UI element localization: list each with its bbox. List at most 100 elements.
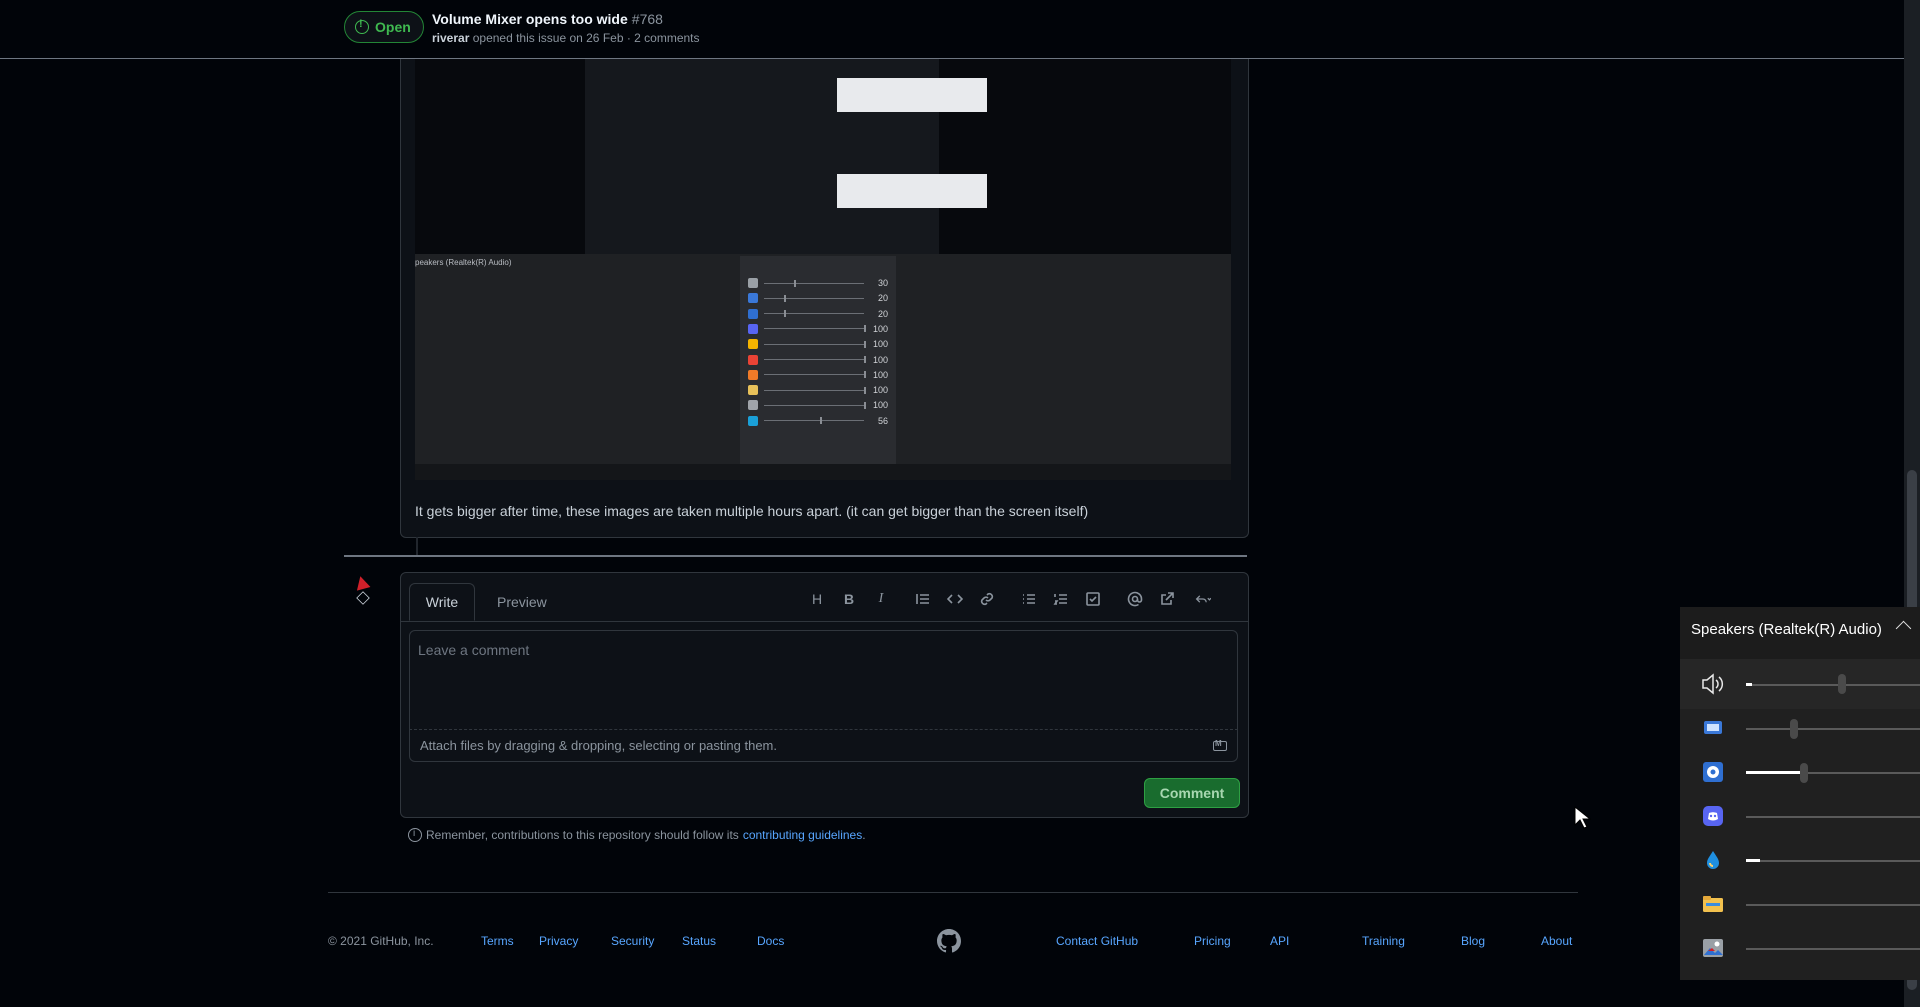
- bold-button[interactable]: B: [833, 583, 865, 615]
- screenshot-slider-thumb: [864, 325, 866, 333]
- list-ordered-icon: [1053, 594, 1067, 605]
- app-volume-track[interactable]: [1746, 728, 1920, 730]
- cross-reference-button[interactable]: [1151, 583, 1183, 615]
- comment-submit-button[interactable]: Comment: [1144, 778, 1240, 808]
- app-volume-track[interactable]: [1746, 816, 1920, 818]
- tab-write[interactable]: Write: [409, 583, 475, 621]
- tab-preview[interactable]: Preview: [497, 583, 547, 621]
- app-volume-track[interactable]: [1746, 860, 1920, 862]
- screenshot-mixer-row: 100: [748, 398, 888, 412]
- footer-copyright: © 2021 GitHub, Inc.: [328, 934, 434, 948]
- avatar-cube-shape: [356, 591, 370, 605]
- screenshot-slider-track: [764, 417, 864, 425]
- contributing-note-text: Remember, contributions to this reposito…: [426, 828, 739, 842]
- file-attachment-area[interactable]: Attach files by dragging & dropping, sel…: [409, 730, 1238, 762]
- embedded-screenshot[interactable]: peakers (Realtek(R) Audio) 30 20 20 100 100 1…: [415, 58, 1231, 480]
- footer-link-pricing[interactable]: Pricing: [1194, 934, 1231, 948]
- numbered-list-button[interactable]: [1045, 583, 1077, 615]
- footer-link-api[interactable]: API: [1270, 934, 1289, 948]
- app-volume-thumb[interactable]: [1800, 763, 1808, 783]
- mention-button[interactable]: [1119, 583, 1151, 615]
- screenshot-slider-thumb: [864, 371, 866, 379]
- task-list-button[interactable]: [1077, 583, 1109, 615]
- issue-meta: riverar opened this issue on 26 Feb · 2 …: [432, 31, 700, 45]
- mixer-app-row: [1680, 805, 1920, 849]
- mixer-app-row: [1680, 761, 1920, 805]
- contributing-guidelines-link[interactable]: contributing guidelines: [743, 828, 862, 842]
- mouse-cursor-icon: [1574, 806, 1592, 829]
- heading-button[interactable]: H: [801, 583, 833, 615]
- screenshot-volume-value: 100: [872, 369, 888, 380]
- screenshot-mixer-panel: 30 20 20 100 100 100 100 100 100 56: [740, 256, 896, 464]
- app-volume-fill: [1746, 771, 1800, 774]
- screenshot-slider-track: [764, 386, 866, 394]
- app-icon: [748, 369, 758, 380]
- app-volume-track[interactable]: [1746, 904, 1920, 906]
- issue-state-label: Open: [375, 19, 411, 35]
- footer-link-docs[interactable]: Docs: [757, 934, 784, 948]
- screenshot-slider-track: [764, 279, 864, 287]
- media-player-icon[interactable]: [1702, 761, 1724, 783]
- app-icon: [748, 293, 758, 304]
- github-logo-icon[interactable]: [937, 929, 961, 953]
- footer-link-contact-github[interactable]: Contact GitHub: [1056, 934, 1138, 948]
- app-volume-track[interactable]: [1746, 948, 1920, 950]
- screenshot-mixer-row: 100: [748, 353, 888, 367]
- footer-link-training[interactable]: Training: [1362, 934, 1405, 948]
- code-button[interactable]: [939, 583, 971, 615]
- app-icon: [748, 308, 758, 319]
- screenshot-slider-thumb: [784, 310, 786, 318]
- water-drop-icon[interactable]: [1702, 849, 1724, 871]
- footer-link-about[interactable]: About: [1541, 934, 1572, 948]
- screenshot-volume-value: 100: [872, 354, 888, 365]
- photos-icon[interactable]: [1702, 937, 1724, 959]
- bulleted-list-button[interactable]: [1013, 583, 1045, 615]
- app-icon: [748, 339, 758, 350]
- speaker-icon[interactable]: [1700, 673, 1724, 695]
- issue-title-text[interactable]: Volume Mixer opens too wide: [432, 11, 628, 27]
- quote-button[interactable]: [907, 583, 939, 615]
- avatar[interactable]: [352, 574, 378, 608]
- new-comment-form: Write Preview H B I Leave a comment Atta…: [400, 572, 1249, 818]
- app-icon: [748, 278, 758, 288]
- saved-replies-button[interactable]: [1183, 583, 1223, 615]
- master-volume-thumb[interactable]: [1838, 674, 1846, 694]
- screenshot-slider-track: [764, 356, 866, 363]
- master-volume-track[interactable]: [1746, 684, 1920, 686]
- footer-link-terms[interactable]: Terms: [481, 934, 514, 948]
- screenshot-mixer-row: 100: [748, 322, 888, 336]
- issue-title[interactable]: Volume Mixer opens too wide #768: [432, 11, 663, 27]
- mixer-device-title[interactable]: Speakers (Realtek(R) Audio): [1691, 621, 1882, 638]
- link-button[interactable]: [971, 583, 1003, 615]
- italic-button[interactable]: I: [865, 583, 897, 615]
- footer-divider: [328, 892, 1578, 893]
- app-volume-thumb[interactable]: [1790, 719, 1798, 739]
- issue-author[interactable]: riverar: [432, 31, 469, 45]
- quote-icon: [916, 594, 929, 604]
- tasklist-icon: [1086, 592, 1100, 606]
- issue-state-badge: Open: [344, 11, 424, 43]
- contributing-note-suffix: .: [862, 828, 866, 842]
- footer-link-blog[interactable]: Blog: [1461, 934, 1485, 948]
- mixer-header[interactable]: Speakers (Realtek(R) Audio): [1680, 607, 1920, 659]
- comment-body-text: It gets bigger after time, these images …: [415, 503, 1089, 519]
- screenshot-volume-value: 100: [872, 339, 888, 350]
- link-icon: [980, 592, 994, 606]
- comment-textarea[interactable]: Leave a comment: [409, 630, 1238, 730]
- screenshot-mixer-row: 100: [748, 368, 888, 382]
- chevron-up-icon[interactable]: [1895, 620, 1912, 637]
- markdown-toolbar: H B I: [801, 577, 1223, 621]
- remote-desktop-icon[interactable]: [1702, 717, 1724, 739]
- markdown-icon[interactable]: [1213, 739, 1227, 751]
- footer-link-status[interactable]: Status: [682, 934, 716, 948]
- screenshot-blank-area: [837, 78, 987, 112]
- screenshot-top-region: [415, 58, 1231, 254]
- app-icon: [748, 323, 758, 334]
- file-explorer-icon[interactable]: [1702, 893, 1724, 915]
- footer-link-privacy[interactable]: Privacy: [539, 934, 578, 948]
- screenshot-taskbar: [415, 464, 1231, 480]
- screenshot-slider-thumb: [864, 340, 866, 348]
- screenshot-browser-window: [585, 58, 987, 254]
- footer-link-security[interactable]: Security: [611, 934, 654, 948]
- discord-icon[interactable]: [1702, 805, 1724, 827]
